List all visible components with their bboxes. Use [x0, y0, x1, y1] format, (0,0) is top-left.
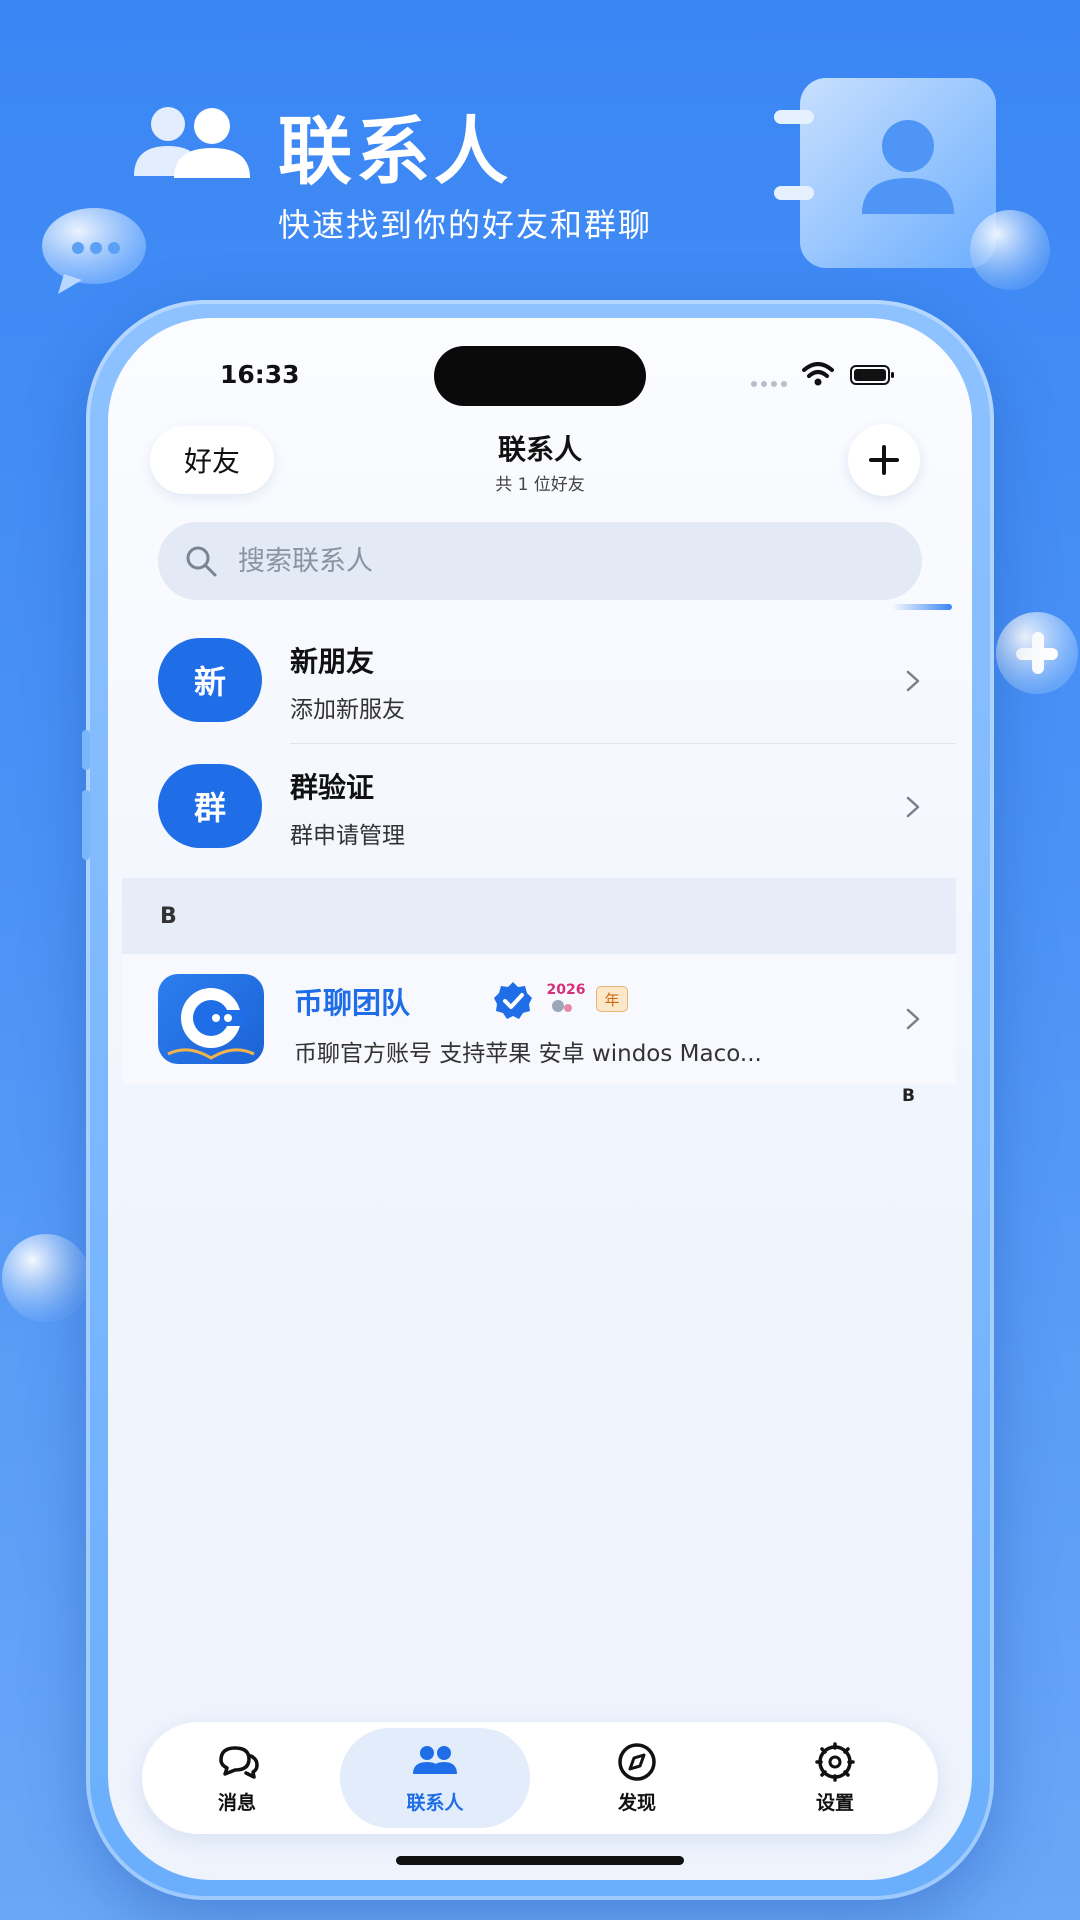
search-icon [186, 546, 217, 577]
list-item-group-verify[interactable]: 群 群验证 群申请管理 [122, 744, 956, 870]
year-badge-art-icon: 2026 [547, 982, 586, 1012]
contacts-icon [413, 1745, 457, 1774]
app-logo-icon [167, 988, 255, 1060]
tab-label: 发现 [617, 1791, 656, 1814]
dynamic-island [434, 346, 646, 406]
new-friends-avatar: 新 [158, 638, 262, 722]
bubble-decoration [970, 210, 1050, 290]
tab-bar: 消息 联系人 发现 设置 [142, 1722, 938, 1834]
signal-icon [751, 381, 787, 387]
year-badge: 年 [596, 986, 628, 1012]
add-contact-button[interactable] [848, 424, 920, 496]
chat-bubble-decoration [42, 208, 146, 294]
page-title: 联系人 [497, 433, 582, 466]
tab-settings[interactable]: 设置 [740, 1722, 930, 1834]
search-bar[interactable] [158, 522, 922, 600]
plus-icon [869, 445, 899, 475]
compass-icon [618, 1742, 656, 1781]
phone-side-button [82, 730, 90, 770]
tab-contacts[interactable]: 联系人 [340, 1728, 530, 1828]
tab-label: 设置 [815, 1791, 854, 1814]
group-verify-avatar: 群 [158, 764, 262, 848]
chevron-right-icon [906, 1008, 920, 1030]
battery-icon [850, 365, 894, 385]
entry-title: 群验证 [290, 771, 375, 804]
verified-icon [494, 982, 532, 1019]
entry-title: 新朋友 [290, 645, 375, 678]
alphabet-index-letter[interactable]: B [902, 1086, 915, 1106]
plus-orb-decoration [996, 612, 1078, 694]
contact-name: 币聊团队 [294, 986, 411, 1020]
entry-list: 新 新朋友 添加新服友 群 群验证 群申请管理 [122, 618, 956, 870]
status-time: 16:33 [220, 360, 300, 389]
gear-icon [815, 1741, 855, 1782]
wifi-icon [802, 362, 834, 386]
search-input[interactable] [238, 545, 878, 577]
chat-icon [219, 1745, 259, 1779]
contact-desc: 币聊官方账号 支持苹果 安卓 windos Maco... [294, 1041, 762, 1067]
phone-side-button [82, 790, 90, 860]
chevron-right-icon [906, 796, 920, 818]
tab-messages[interactable]: 消息 [142, 1722, 332, 1834]
search-accent-line [892, 604, 952, 610]
svg-text:2026: 2026 [547, 982, 586, 998]
section-header: B [122, 878, 956, 954]
bubble-decoration [2, 1234, 90, 1322]
entry-desc: 群申请管理 [290, 823, 405, 849]
friend-count: 共 1 位好友 [495, 475, 585, 495]
tab-discover[interactable]: 发现 [542, 1722, 732, 1834]
chevron-right-icon [906, 670, 920, 692]
promo-title: 联系人 [278, 109, 512, 195]
phone-screen: 16:33 好友 联系人 共 1 位好友 新 新朋友 [108, 318, 972, 1880]
entry-desc: 添加新服友 [290, 697, 405, 723]
avatar [158, 974, 264, 1064]
tab-label: 消息 [217, 1791, 256, 1814]
contact-row[interactable]: 币聊团队 2026 年 币聊官方账号 支持苹果 安卓 windos Maco..… [122, 954, 956, 1084]
home-indicator [396, 1856, 684, 1865]
list-item-new-friends[interactable]: 新 新朋友 添加新服友 [122, 618, 956, 744]
promo-subtitle: 快速找到你的好友和群聊 [278, 206, 653, 244]
tab-label: 联系人 [406, 1791, 464, 1814]
people-icon [134, 107, 250, 178]
